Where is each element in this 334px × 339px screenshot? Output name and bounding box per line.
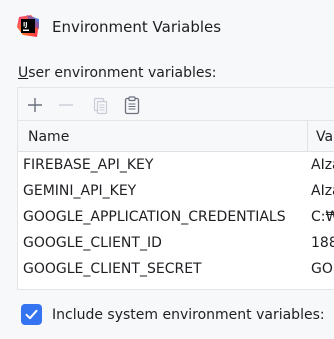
add-icon (28, 98, 42, 112)
add-button[interactable] (24, 94, 46, 116)
remove-icon (59, 104, 73, 106)
table-row[interactable]: GOOGLE_CLIENT_SECRET GO (18, 256, 334, 282)
checkmark-icon (25, 309, 38, 320)
window-title: Environment Variables (52, 18, 222, 36)
paste-button[interactable] (121, 94, 143, 116)
table-row[interactable]: GOOGLE_APPLICATION_CREDENTIALS C:₩ (18, 204, 334, 230)
copy-button[interactable] (89, 94, 111, 116)
intellij-app-icon: IJ (17, 15, 39, 37)
environment-variables-dialog: IJ Environment Variables User environmen… (0, 0, 334, 339)
table-row[interactable]: GEMINI_API_KEY AIza (18, 178, 334, 204)
table-row[interactable]: FIREBASE_API_KEY AIza (18, 152, 334, 178)
table-row[interactable]: GOOGLE_CLIENT_ID 188 (18, 230, 334, 256)
paste-icon (124, 96, 140, 115)
variable-value: 188 (311, 235, 334, 251)
include-system-variables-option[interactable]: Include system environment variables: (21, 304, 334, 326)
variable-value: C:₩ (311, 209, 334, 225)
user-variables-label: User environment variables: (18, 63, 216, 83)
table-header: Name Va (18, 121, 334, 152)
label-text: ser environment variables: (28, 65, 217, 81)
variable-name: GOOGLE_CLIENT_ID (23, 235, 162, 251)
env-variables-table: Name Va FIREBASE_API_KEY AIza GEMINI_API… (17, 120, 334, 290)
column-header-name[interactable]: Name (28, 128, 69, 146)
include-system-checkbox[interactable] (21, 304, 42, 325)
column-divider[interactable] (307, 121, 308, 152)
include-system-label: Include system environment variables: (52, 307, 325, 323)
label-mnemonic: U (18, 65, 29, 81)
remove-button[interactable] (55, 94, 77, 116)
variable-value: AIza (311, 183, 334, 199)
variable-name: GOOGLE_APPLICATION_CREDENTIALS (23, 209, 286, 225)
variable-name: FIREBASE_API_KEY (23, 157, 154, 173)
variable-value: AIza (311, 157, 334, 173)
copy-icon (93, 97, 108, 115)
svg-text:IJ: IJ (23, 22, 27, 29)
table-toolbar (17, 87, 334, 120)
column-header-value[interactable]: Va (316, 128, 333, 146)
variable-value: GO (311, 261, 333, 277)
variable-name: GOOGLE_CLIENT_SECRET (23, 261, 202, 277)
title-bar: IJ Environment Variables (0, 0, 334, 54)
variable-name: GEMINI_API_KEY (23, 183, 137, 199)
